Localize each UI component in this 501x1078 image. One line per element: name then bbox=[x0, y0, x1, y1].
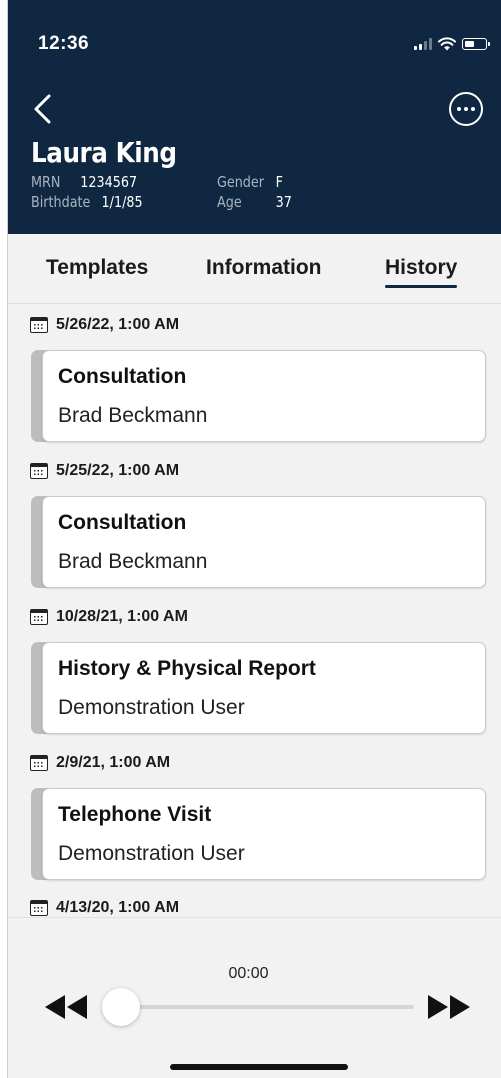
entry-date: 5/25/22, 1:00 AM bbox=[56, 462, 180, 479]
birthdate-label: Birthdate bbox=[31, 193, 91, 211]
tab-information[interactable]: Information bbox=[206, 256, 322, 280]
tab-history[interactable]: History bbox=[385, 256, 458, 288]
entry-date: 2/9/21, 1:00 AM bbox=[56, 754, 171, 771]
entry-date-row: 4/13/20, 1:00 AM bbox=[30, 897, 179, 917]
tab-bar: Templates Information History bbox=[8, 234, 501, 304]
entry-author: Demonstration User bbox=[58, 696, 245, 719]
history-list[interactable]: 5/26/22, 1:00 AM Consultation Brad Beckm… bbox=[8, 305, 501, 917]
app-screen: 12:36 Laura King MRN 1234567 Birthdate 1/1… bbox=[7, 0, 501, 1078]
status-time: 12:36 bbox=[38, 33, 90, 54]
history-card[interactable]: Consultation Brad Beckmann bbox=[31, 496, 486, 588]
tab-templates[interactable]: Templates bbox=[46, 256, 148, 280]
playback-time: 00:00 bbox=[228, 965, 269, 982]
patient-meta-left: MRN 1234567 Birthdate 1/1/85 bbox=[31, 172, 143, 212]
history-card[interactable]: History & Physical Report Demonstration … bbox=[31, 642, 486, 734]
fast-forward-button[interactable] bbox=[426, 992, 474, 1022]
entry-date-row: 2/9/21, 1:00 AM bbox=[30, 752, 170, 774]
calendar-icon bbox=[30, 900, 48, 916]
birthdate-value: 1/1/85 bbox=[101, 193, 143, 211]
age-value: 37 bbox=[275, 193, 292, 211]
entry-title: History & Physical Report bbox=[58, 657, 316, 680]
gender-value: F bbox=[275, 173, 283, 191]
playback-slider-thumb[interactable] bbox=[102, 988, 140, 1026]
calendar-icon bbox=[30, 755, 48, 771]
history-card[interactable]: Consultation Brad Beckmann bbox=[31, 350, 486, 442]
patient-name: Laura King bbox=[31, 136, 177, 169]
calendar-icon bbox=[30, 609, 48, 625]
home-indicator bbox=[170, 1064, 348, 1070]
gender-label: Gender bbox=[217, 173, 264, 191]
mrn-label: MRN bbox=[31, 173, 61, 191]
battery-icon bbox=[462, 38, 490, 50]
cellular-signal-icon bbox=[414, 38, 432, 50]
entry-title: Consultation bbox=[58, 365, 187, 388]
entry-date: 10/28/21, 1:00 AM bbox=[56, 608, 188, 625]
entry-title: Telephone Visit bbox=[58, 803, 212, 826]
audio-player: 00:00 bbox=[8, 917, 501, 1078]
mrn-value: 1234567 bbox=[80, 173, 138, 191]
patient-meta-right: Gender F Age 37 bbox=[217, 172, 292, 212]
age-label: Age bbox=[217, 193, 242, 211]
patient-header: 12:36 Laura King MRN 1234567 Birthdate 1/1… bbox=[8, 0, 501, 234]
entry-date-row: 5/26/22, 1:00 AM bbox=[30, 314, 179, 336]
wifi-icon bbox=[438, 37, 456, 51]
playback-slider-track[interactable] bbox=[118, 1005, 414, 1009]
entry-author: Brad Beckmann bbox=[58, 550, 208, 573]
more-options-button[interactable] bbox=[449, 92, 483, 126]
entry-author: Demonstration User bbox=[58, 842, 245, 865]
entry-date: 4/13/20, 1:00 AM bbox=[56, 899, 180, 916]
rewind-button[interactable] bbox=[41, 992, 89, 1022]
back-button[interactable] bbox=[30, 92, 56, 126]
entry-author: Brad Beckmann bbox=[58, 404, 208, 427]
history-card[interactable]: Telephone Visit Demonstration User bbox=[31, 788, 486, 880]
entry-date: 5/26/22, 1:00 AM bbox=[56, 316, 180, 333]
entry-date-row: 5/25/22, 1:00 AM bbox=[30, 460, 179, 482]
entry-title: Consultation bbox=[58, 511, 187, 534]
status-icons bbox=[414, 36, 490, 52]
entry-date-row: 10/28/21, 1:00 AM bbox=[30, 606, 188, 628]
calendar-icon bbox=[30, 463, 48, 479]
calendar-icon bbox=[30, 317, 48, 333]
